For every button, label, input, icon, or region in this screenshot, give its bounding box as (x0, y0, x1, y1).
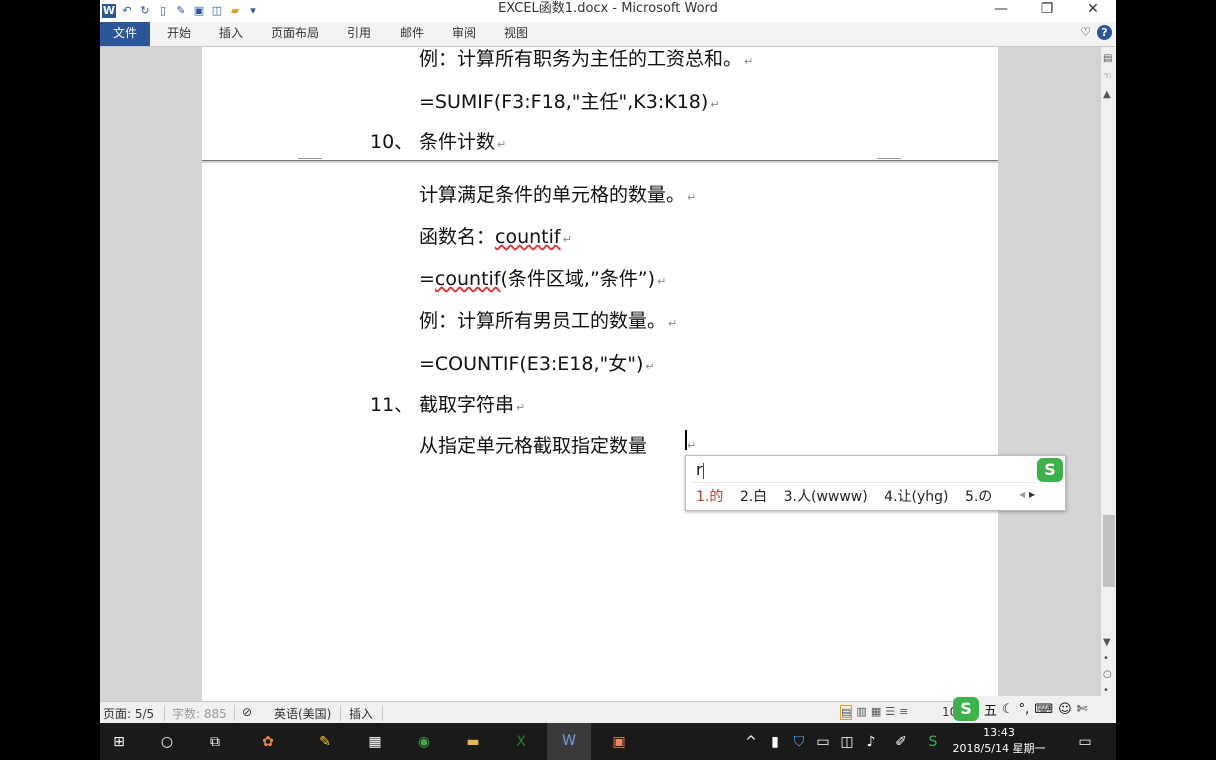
vertical-scrollbar[interactable]: ▤ ☜ ▲ ▼ • ○ • (1100, 47, 1116, 701)
notification-icon[interactable]: ▭ (1074, 732, 1096, 752)
title-bar: W ↶ ↻ ▯ ✎ ▣ ◫ ▰ ▾ EXCEL函数1.docx - Micros… (100, 0, 1116, 22)
ime-composition: r (696, 460, 704, 479)
view-buttons: ▤ ▥ ▦ ☰ ≡ (840, 705, 908, 720)
file-explorer-icon[interactable]: ▬ (462, 732, 484, 752)
insert-mode[interactable]: 插入 (349, 705, 373, 722)
paragraph-mark: ↵ (687, 439, 697, 452)
taskbar: ⊞ ○ ⧉ ✿ ✎ ▦ ◉ ▬ X W ▣ ^ ▮ ⛉ ▭ ◫ ♪ ✐ S 13… (100, 723, 1116, 760)
excel-icon[interactable]: X (510, 732, 532, 752)
sogou-logo-icon[interactable]: S (953, 697, 979, 721)
tab-review[interactable]: 审阅 (452, 22, 476, 46)
word-count[interactable]: 字数: 885 (172, 705, 227, 722)
punctuation-icon[interactable]: °, (1019, 702, 1030, 717)
clock-time: 13:43 (983, 726, 1015, 739)
formula-line: =COUNTIF(E3:E18,"女") ↵ (419, 353, 655, 375)
ime-candidate-3[interactable]: 3.人(wwww) (784, 489, 868, 505)
ime-candidates: 1.的 2.白 3.人(wwww) 4.让(yhg) 5.の (696, 486, 1004, 506)
scroll-thumb[interactable] (1103, 515, 1115, 587)
text-line: 计算满足条件的单元格的数量。 ↵ (419, 184, 697, 206)
language-indicator[interactable]: 英语(美国) (274, 705, 331, 722)
text-line: 函数名：countif ↵ (419, 226, 572, 248)
ime-candidate-window: r S 1.的 2.白 3.人(wwww) 4.让(yhg) 5.の ◂ ▸ (685, 455, 1066, 511)
usb-icon[interactable]: ▮ (764, 732, 786, 752)
outline-icon[interactable]: ☰ (885, 705, 895, 720)
prev-page-icon[interactable]: • (1103, 653, 1109, 664)
ime-candidate-2[interactable]: 2.白 (740, 489, 767, 505)
ime-page-arrows[interactable]: ◂ ▸ (1019, 487, 1035, 501)
tab-home[interactable]: 开始 (167, 22, 191, 46)
formula-line: =countif(条件区域,”条件”) ↵ (419, 268, 667, 290)
ime-mode[interactable]: 五 (984, 700, 997, 719)
scroll-down-icon[interactable]: ▼ (1103, 637, 1111, 648)
volume-icon[interactable]: ♪ (860, 732, 882, 752)
ribbon-collapse-icon[interactable]: ♡ (1080, 25, 1091, 40)
page-5: 计算满足条件的单元格的数量。 ↵ 函数名：countif ↵ =countif(条件… (202, 163, 998, 701)
moon-icon[interactable]: ☾ (1002, 702, 1014, 717)
scroll-up-icon[interactable]: ▲ (1103, 89, 1111, 100)
ime-status-bar: S 五 ☾ °, ⌨ ☺ ✄ (953, 696, 1116, 722)
tab-mailings[interactable]: 邮件 (400, 22, 424, 46)
tab-view[interactable]: 视图 (504, 22, 528, 46)
heading-number: 10、 (370, 131, 414, 153)
formula-line: =SUMIF(F3:F18,"主任",K3:K18) ↵ (419, 91, 720, 113)
page-4-bottom: 例：计算所有职务为主任的工资总和。 ↵ =SUMIF(F3:F18,"主任",K3… (202, 47, 998, 161)
next-page-icon[interactable]: • (1103, 685, 1109, 696)
ime-candidate-1[interactable]: 1.的 (696, 489, 723, 505)
restore-button[interactable]: ❐ (1024, 0, 1070, 22)
text-line: 例：计算所有男员工的数量。 ↵ (419, 310, 678, 332)
tab-references[interactable]: 引用 (347, 22, 371, 46)
browse-object-icon[interactable]: ○ (1103, 669, 1112, 680)
draft-icon[interactable]: ≡ (899, 705, 908, 720)
help-icon[interactable]: ? (1097, 25, 1112, 40)
battery-icon[interactable]: ▭ (812, 732, 834, 752)
sogou-logo-icon: S (1037, 458, 1063, 482)
ruler-toggle-icon[interactable]: ▤ (1103, 53, 1112, 64)
tab-insert[interactable]: 插入 (219, 22, 243, 46)
task-view-icon[interactable]: ⧉ (204, 732, 226, 752)
word-window: W ↶ ↻ ▯ ✎ ▣ ◫ ▰ ▾ EXCEL函数1.docx - Micros… (100, 0, 1116, 760)
document-area[interactable]: 例：计算所有职务为主任的工资总和。 ↵ =SUMIF(F3:F18,"主任",K3… (100, 47, 1100, 701)
heading-text: 条件计数 ↵ (419, 131, 507, 153)
pen-tray-icon[interactable]: ✐ (890, 732, 912, 752)
keyboard-icon[interactable]: ⌨ (1034, 702, 1053, 717)
window-controls: — ❐ ✕ (978, 0, 1116, 22)
ime-candidate-4[interactable]: 4.让(yhg) (884, 489, 948, 505)
close-button[interactable]: ✕ (1070, 0, 1116, 22)
windows-start-icon[interactable]: ⊞ (108, 732, 130, 752)
current-line: 从指定单元格截取指定数量 (419, 435, 648, 457)
colorful-app-icon[interactable]: ✿ (257, 732, 279, 752)
clock[interactable]: 13:43 2018/5/14 星期一 (938, 725, 1060, 757)
wrench-icon[interactable]: ✄ (1077, 702, 1088, 717)
tab-file[interactable]: 文件 (100, 22, 150, 46)
text-line: 例：计算所有职务为主任的工资总和。 ↵ (419, 48, 754, 70)
heading-number: 11、 (370, 394, 414, 416)
clock-date: 2018/5/14 星期一 (952, 742, 1046, 755)
print-layout-icon[interactable]: ▤ (840, 705, 853, 720)
calculator-app-icon[interactable]: ▦ (364, 732, 386, 752)
search-icon[interactable]: ○ (156, 732, 178, 752)
word-taskbar-icon[interactable]: W (547, 723, 591, 760)
hand-icon[interactable]: ☜ (1103, 71, 1112, 82)
window-title: EXCEL函数1.docx - Microsoft Word (498, 1, 718, 16)
proofing-icon[interactable]: ⊘ (242, 705, 252, 719)
shield-icon[interactable]: ⛉ (788, 732, 810, 752)
tab-page-layout[interactable]: 页面布局 (271, 22, 319, 46)
ime-candidate-5[interactable]: 5.の (965, 489, 992, 505)
heading-text: 截取字符串 ↵ (419, 394, 526, 416)
chrome-icon[interactable]: ◉ (413, 732, 435, 752)
user-icon[interactable]: ☺ (1058, 702, 1072, 717)
tray-expand-icon[interactable]: ^ (740, 732, 762, 752)
full-screen-icon[interactable]: ▥ (856, 705, 866, 720)
page-indicator[interactable]: 页面: 5/5 (103, 705, 154, 722)
network-icon[interactable]: ◫ (836, 732, 858, 752)
minimize-button[interactable]: — (978, 0, 1024, 22)
web-layout-icon[interactable]: ▦ (871, 705, 881, 720)
pen-app-icon[interactable]: ✎ (314, 732, 336, 752)
status-bar: 页面: 5/5 字数: 885 ⊘ 英语(美国) 插入 ▤ ▥ ▦ ☰ ≡ 10… (100, 696, 1116, 724)
presentation-app-icon[interactable]: ▣ (608, 732, 630, 752)
